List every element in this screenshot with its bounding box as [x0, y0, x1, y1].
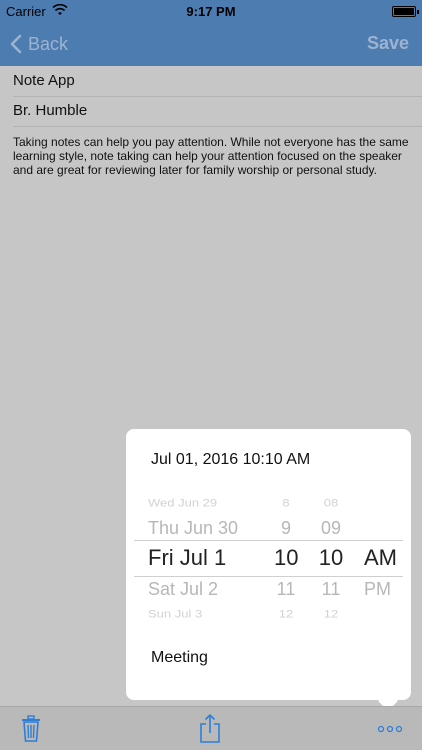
- picker-minute-option[interactable]: 11: [318, 580, 344, 598]
- picker-date-option[interactable]: Thu Jun 30: [148, 519, 238, 537]
- picker-date-option[interactable]: Sun Jul 3: [148, 608, 202, 619]
- divider: [13, 96, 422, 97]
- picker-hour-option[interactable]: 12: [274, 608, 298, 619]
- note-body-text[interactable]: Taking notes can help you pay attention.…: [13, 135, 411, 177]
- date-popover: Jul 01, 2016 10:10 AM Wed Jun 29 Thu Jun…: [126, 429, 411, 700]
- picker-hour-option[interactable]: 9: [274, 519, 298, 537]
- navigation-bar: Back Save: [0, 22, 422, 66]
- picker-date-option[interactable]: Sat Jul 2: [148, 580, 218, 598]
- picker-selection-line: [134, 540, 403, 541]
- picker-ampm-option[interactable]: PM: [364, 580, 391, 598]
- picker-date-option[interactable]: Wed Jun 29: [148, 497, 217, 508]
- clock: 9:17 PM: [186, 4, 236, 19]
- back-label: Back: [28, 33, 69, 54]
- back-button[interactable]: Back: [10, 32, 68, 56]
- selected-datetime-label: Jul 01, 2016 10:10 AM: [151, 451, 311, 468]
- picker-selection-line: [134, 576, 403, 577]
- note-title-field[interactable]: Note App: [13, 72, 409, 89]
- picker-date-selected[interactable]: Fri Jul 1: [148, 547, 226, 569]
- category-label[interactable]: Meeting: [151, 649, 208, 667]
- divider: [13, 126, 422, 127]
- picker-minute-option[interactable]: 08: [318, 497, 344, 508]
- picker-hour-selected[interactable]: 10: [274, 547, 298, 569]
- picker-minute-option[interactable]: 12: [318, 608, 344, 619]
- picker-minute-selected[interactable]: 10: [318, 547, 344, 569]
- speaker-field[interactable]: Br. Humble: [13, 102, 409, 119]
- chevron-left-icon: [10, 34, 22, 54]
- status-bar: Carrier 9:17 PM: [0, 0, 422, 22]
- save-button[interactable]: Save: [367, 33, 409, 54]
- picker-minute-option[interactable]: 09: [318, 519, 344, 537]
- bottom-toolbar: [0, 706, 422, 750]
- date-time-picker[interactable]: Wed Jun 29 Thu Jun 30 Fri Jul 1 Sat Jul …: [126, 495, 411, 619]
- battery-icon: [392, 6, 419, 17]
- picker-hour-option[interactable]: 11: [274, 580, 298, 598]
- share-icon[interactable]: [199, 713, 221, 743]
- picker-hour-option[interactable]: 8: [274, 497, 298, 508]
- trash-icon[interactable]: [20, 715, 42, 743]
- picker-ampm-selected[interactable]: AM: [364, 547, 397, 569]
- more-icon[interactable]: [377, 725, 403, 733]
